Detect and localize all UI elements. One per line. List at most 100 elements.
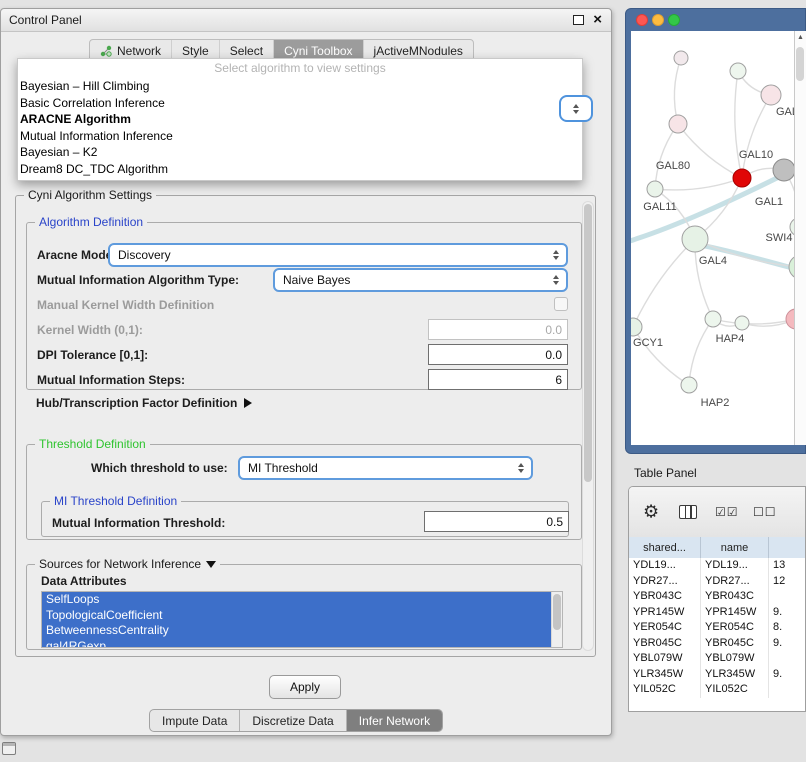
- network-node-gal4[interactable]: [682, 226, 708, 252]
- list-scrollbar[interactable]: [551, 592, 562, 647]
- network-edge[interactable]: [689, 319, 713, 385]
- algorithm-option-bayesian-hill-climbing[interactable]: Bayesian – Hill Climbing: [18, 78, 582, 95]
- mi-threshold-input[interactable]: 0.5: [424, 511, 569, 532]
- algorithm-option-dream8-dc-tdc-algorithm[interactable]: Dream8 DC_TDC Algorithm: [18, 161, 582, 178]
- network-edge[interactable]: [633, 327, 689, 385]
- mi-steps-input[interactable]: 6: [428, 369, 568, 390]
- network-node-gal1[interactable]: [733, 169, 751, 187]
- settings-scrollbar[interactable]: [582, 201, 594, 651]
- network-node[interactable]: [674, 51, 688, 65]
- table-panel-window: ⚙ ☑☑ ☐☐ shared...name YDL19...YDL19...13…: [628, 486, 806, 712]
- table-row[interactable]: YPR145WYPR145W9.: [629, 605, 805, 621]
- expand-right-icon: [244, 398, 252, 408]
- select-all-icon[interactable]: ☑☑: [715, 505, 739, 519]
- arrow-up-icon: [553, 275, 559, 279]
- table-row[interactable]: YDL19...YDL19...13: [629, 558, 805, 574]
- algorithm-popup-placeholder: Select algorithm to view settings: [18, 59, 582, 78]
- scroll-up-icon[interactable]: ▲: [795, 34, 806, 41]
- network-node-gal80[interactable]: [669, 115, 687, 133]
- network-edge[interactable]: [674, 58, 681, 124]
- gear-icon[interactable]: ⚙: [643, 502, 659, 523]
- attribute-option-selfloops[interactable]: SelfLoops: [42, 592, 551, 608]
- attribute-option-gal4rgexp[interactable]: gal4RGexp: [42, 639, 551, 649]
- table-row[interactable]: YIL052CYIL052C: [629, 682, 805, 698]
- algorithm-option-mutual-information-inference[interactable]: Mutual Information Inference: [18, 128, 582, 145]
- network-graph: GAL80GALGAL10GAL1GAL11SWI4GAL4GCY1HAP4YH…: [631, 31, 794, 445]
- algorithm-option-basic-correlation-inference[interactable]: Basic Correlation Inference: [18, 95, 582, 112]
- mi-steps-label: Mutual Information Steps:: [37, 373, 185, 387]
- aracne-mode-label: Aracne Mode:: [37, 248, 116, 262]
- tab-infer-network[interactable]: Infer Network: [347, 710, 442, 731]
- table-row[interactable]: YBL079WYBL079W: [629, 651, 805, 667]
- close-traffic-light[interactable]: [636, 14, 648, 26]
- column-header-2[interactable]: [769, 537, 806, 558]
- table-cell: 9.: [769, 667, 805, 683]
- columns-icon[interactable]: [679, 505, 697, 519]
- tab-impute-data[interactable]: Impute Data: [150, 710, 240, 731]
- network-scrollbar[interactable]: ▲: [794, 31, 806, 445]
- mi-type-select[interactable]: Naive Bayes: [273, 268, 568, 292]
- network-edge[interactable]: [735, 71, 742, 178]
- tab-label: jActiveMNodules: [374, 44, 463, 58]
- manual-kernel-checkbox[interactable]: [554, 297, 568, 311]
- table-row[interactable]: YBR043CYBR043C: [629, 589, 805, 605]
- sources-title-row[interactable]: Sources for Network Inference: [35, 557, 220, 571]
- network-node-hap2[interactable]: [681, 377, 697, 393]
- apply-button[interactable]: Apply: [269, 675, 341, 699]
- settings-scrollbar-thumb[interactable]: [584, 204, 592, 482]
- aracne-mode-select[interactable]: Discovery: [108, 243, 568, 267]
- sources-group: Sources for Network Inference Data Attri…: [26, 564, 582, 650]
- column-header-name[interactable]: name: [701, 537, 769, 558]
- network-node-gal[interactable]: [761, 85, 781, 105]
- mi-threshold-group: MI Threshold Definition Mutual Informati…: [41, 501, 569, 537]
- deselect-all-icon[interactable]: ☐☐: [753, 505, 777, 519]
- table-toolbar: ⚙ ☑☑ ☐☐: [629, 487, 805, 538]
- hub-definition-toggle[interactable]: Hub/Transcription Factor Definition: [36, 396, 252, 410]
- column-header-shared[interactable]: shared...: [629, 537, 701, 558]
- close-icon[interactable]: ×: [593, 11, 602, 29]
- table-panel-title: Table Panel: [634, 466, 697, 480]
- column-divider: [685, 506, 687, 518]
- float-window-icon[interactable]: [573, 15, 584, 25]
- kernel-width-input[interactable]: 0.0: [428, 319, 568, 340]
- mi-type-label: Mutual Information Algorithm Type:: [37, 273, 239, 287]
- network-scrollbar-thumb[interactable]: [796, 47, 804, 81]
- cyni-algorithm-settings-group: Cyni Algorithm Settings Algorithm Defini…: [15, 195, 596, 657]
- arrow-up-icon: [553, 250, 559, 254]
- tab-discretize-data[interactable]: Discretize Data: [240, 710, 346, 731]
- table-row[interactable]: YLR345WYLR345W9.: [629, 667, 805, 683]
- network-edge[interactable]: [655, 124, 678, 189]
- algorithm-option-aracne-algorithm[interactable]: ARACNE Algorithm: [18, 111, 582, 128]
- zoom-traffic-light[interactable]: [668, 14, 680, 26]
- network-node-gcy1[interactable]: [631, 318, 642, 336]
- arrow-up-icon: [518, 463, 524, 467]
- table-row[interactable]: YER054CYER054C8.: [629, 620, 805, 636]
- which-threshold-select[interactable]: MI Threshold: [238, 456, 533, 480]
- table-row[interactable]: YDR27...YDR27...12: [629, 574, 805, 590]
- network-edge[interactable]: [655, 178, 742, 190]
- collapse-down-icon: [206, 561, 216, 568]
- network-node-gal11[interactable]: [647, 181, 663, 197]
- network-edge[interactable]: [633, 239, 695, 327]
- network-node-hap4[interactable]: [705, 311, 721, 327]
- algorithm-option-bayesian-k2[interactable]: Bayesian – K2: [18, 144, 582, 161]
- network-edge[interactable]: [742, 95, 771, 178]
- attribute-option-betweennesscentrality[interactable]: BetweennessCentrality: [42, 623, 551, 639]
- table-cell: YLR345W: [629, 667, 701, 683]
- network-node-gal10[interactable]: [773, 159, 794, 181]
- attribute-option-topologicalcoefficient[interactable]: TopologicalCoefficient: [42, 608, 551, 624]
- network-node[interactable]: [730, 63, 746, 79]
- dpi-tolerance-input[interactable]: 0.0: [428, 344, 568, 365]
- node-label: GAL11: [643, 201, 676, 213]
- table-row[interactable]: YBR045CYBR045C9.: [629, 636, 805, 652]
- minimize-traffic-light[interactable]: [652, 14, 664, 26]
- network-node-y[interactable]: [786, 309, 794, 329]
- network-canvas[interactable]: GAL80GALGAL10GAL1GAL11SWI4GAL4GCY1HAP4YH…: [631, 31, 794, 445]
- network-node[interactable]: [735, 316, 749, 330]
- list-scrollbar-thumb[interactable]: [553, 594, 561, 630]
- mi-steps-value: 6: [555, 373, 562, 387]
- algorithm-combobox[interactable]: [559, 95, 593, 122]
- restore-panel-icon[interactable]: [2, 742, 16, 755]
- network-edge[interactable]: [713, 319, 794, 324]
- table-body: YDL19...YDL19...13YDR27...YDR27...12YBR0…: [629, 558, 805, 711]
